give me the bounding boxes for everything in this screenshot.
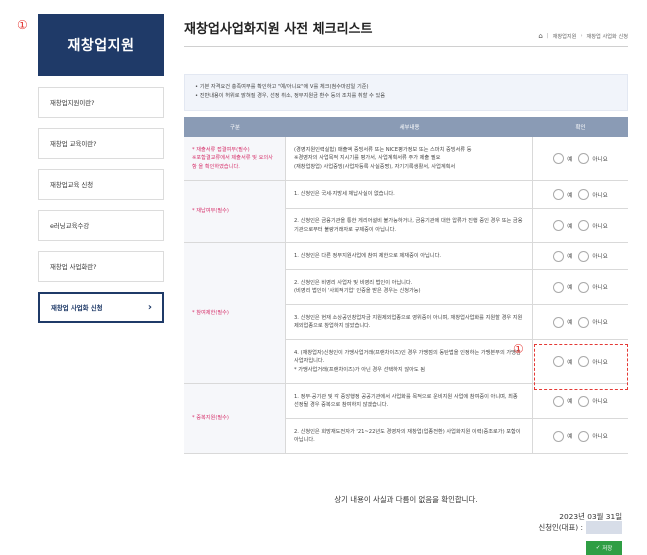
no-radio[interactable]: [578, 281, 590, 293]
row-content: 3. 신청인은 현재 소상공인창업자금 지원제외업종으로 영위중이 아니며, 재…: [286, 305, 533, 339]
yes-label: 예: [567, 192, 573, 199]
no-radio[interactable]: [578, 220, 590, 231]
no-radio[interactable]: [578, 430, 590, 442]
no-label: 아니요: [592, 399, 608, 405]
sidebar-title: 재창업지원: [38, 14, 164, 76]
table-row: 2. 신청인은 비영리 사업자 및 비영리 법인이 아닙니다. (비영리 법인이…: [286, 270, 628, 305]
yes-label: 예: [567, 223, 573, 230]
breadcrumb: ⌂ | 재창업지원 › 재창업 사업화 신청: [538, 32, 628, 40]
sidebar-item-education-apply[interactable]: 재창업교육 신청: [38, 169, 164, 200]
no-radio[interactable]: [578, 316, 590, 328]
breadcrumb-item-current: 재창업 사업화 신청: [586, 33, 628, 40]
applicant-label: 신청인(대표) :: [538, 523, 583, 532]
breadcrumb-separator: |: [546, 33, 549, 39]
yes-radio[interactable]: [553, 281, 565, 293]
row-content: 2. 신청인은 비영리 사업자 및 비영리 법인이 아닙니다. (비영리 법인이…: [286, 270, 533, 304]
column-header: 확인: [575, 125, 586, 131]
row-content: 4. (재창업자)신청인이 가맹사업거래(프랜차이즈)인 경우 가맹점의 동탄법…: [286, 340, 533, 383]
yes-label: 예: [567, 320, 573, 326]
table-row: 2. 신청인은 금융기관을 통한 게리어설비 불가능하거나, 금융기관에 대한 …: [286, 209, 628, 242]
title-divider: [184, 46, 628, 47]
row-content: (경영지원인력실험) 매출액 증빙서류 또는 NICE평가정보 또는 스마치 증…: [286, 137, 533, 180]
save-label: 저장: [602, 546, 613, 552]
sidebar-menu: 재창업지원이란? 재창업 교육이란? 재창업교육 신청 e러닝교육수강 재창업 …: [38, 87, 164, 323]
sidebar: 재창업지원 재창업지원이란? 재창업 교육이란? 재창업교육 신청 e러닝교육수…: [38, 14, 164, 333]
save-button[interactable]: ✓ 저장: [586, 541, 622, 555]
column-header: 세부내용: [399, 125, 420, 131]
no-label: 아니요: [592, 285, 608, 291]
yes-radio[interactable]: [553, 189, 565, 200]
yes-radio[interactable]: [553, 430, 565, 442]
no-label: 아니요: [592, 320, 608, 326]
no-radio[interactable]: [578, 189, 590, 200]
applicant-line: 신청인(대표) :: [538, 521, 622, 534]
sidebar-item-intro[interactable]: 재창업지원이란?: [38, 87, 164, 118]
notice-box: • 기본 자격요건 충족여부를 확인하고 "예/아니요"에 V를 체크(첨수마감…: [184, 74, 628, 111]
yes-label: 예: [567, 399, 573, 405]
yes-label: 예: [567, 254, 573, 260]
yes-radio[interactable]: [553, 316, 565, 328]
checklist-table: 구분 세부내용 확인 * 재출서류 접결여부(필수) ※포함결교류에서 제출서류…: [184, 117, 628, 454]
yes-no-options: 예 아니요: [533, 137, 628, 180]
yes-radio[interactable]: [553, 153, 565, 164]
redacted-name: [586, 521, 622, 534]
no-label: 아니요: [592, 223, 608, 230]
table-row: 1. 신청인은 국세·지방세 체납사실이 없습니다. 예 아니요: [286, 181, 628, 209]
yes-label: 예: [567, 434, 573, 440]
row-content: 2. 신청인은 금융기관을 통한 게리어설비 불가능하거나, 금융기관에 대한 …: [286, 209, 533, 242]
notice-line: • 기본 자격요건 충족여부를 확인하고 "예/아니요"에 V를 체크(첨수마감…: [195, 84, 369, 90]
table-row: 1. 신청인은 다른 정부지원사업에 참여 제한으로 제재중이 아닙니다. 예 …: [286, 243, 628, 270]
yes-label: 예: [567, 156, 573, 163]
highlight-box: [534, 344, 628, 390]
check-icon: ✓: [595, 545, 601, 551]
main-content: 재창업사업화지원 사전 체크리스트 ⌂ | 재창업지원 › 재창업 사업화 신청…: [184, 18, 628, 555]
table-row: (경영지원인력실험) 매출액 증빙서류 또는 NICE평가정보 또는 스마치 증…: [286, 137, 628, 180]
breadcrumb-item[interactable]: 재창업지원: [553, 33, 577, 40]
no-label: 아니요: [592, 254, 608, 260]
yes-radio[interactable]: [553, 395, 565, 407]
column-header: 구분: [230, 125, 240, 131]
table-row: 2. 신청인은 희망재도전자가 '21~22년도 경영자의 재창업(업종전환) …: [286, 419, 628, 453]
group-label: * 재납여부(필수): [184, 181, 286, 242]
chevron-right-icon: ›: [147, 302, 152, 313]
yes-radio[interactable]: [553, 220, 565, 231]
table-row: 3. 신청인은 현재 소상공인창업자금 지원제외업종으로 영위중이 아니며, 재…: [286, 305, 628, 340]
no-label: 아니요: [592, 156, 608, 163]
breadcrumb-separator: ›: [580, 33, 583, 39]
sidebar-item-business-intro[interactable]: 재창업 사업화란?: [38, 251, 164, 282]
sidebar-item-education-intro[interactable]: 재창업 교육이란?: [38, 128, 164, 159]
no-radio[interactable]: [578, 395, 590, 407]
yes-no-options: 예 아니요: [533, 181, 628, 208]
no-radio[interactable]: [578, 250, 590, 262]
yes-no-options: 예 아니요: [533, 305, 628, 339]
sidebar-item-label: 재창업 사업화 신청: [51, 304, 103, 312]
yes-no-options: 예 아니요: [533, 243, 628, 269]
group-label: * 재출서류 접결여부(필수) ※포함결교류에서 제출서류 및 요의사항 을 확…: [184, 137, 286, 180]
yes-radio[interactable]: [553, 250, 565, 262]
group-label: * 중복지원(필수): [184, 384, 286, 453]
home-icon[interactable]: ⌂: [538, 32, 542, 40]
row-content: 1. 신청인은 국세·지방세 체납사실이 없습니다.: [286, 181, 533, 208]
row-content: 1. 신청인은 다른 정부지원사업에 참여 제한으로 제재중이 아닙니다.: [286, 243, 533, 269]
sidebar-item-business-apply[interactable]: 재창업 사업화 신청 ›: [38, 292, 164, 323]
table-header: 구분 세부내용 확인: [184, 117, 628, 137]
row-content: 2. 신청인은 희망재도전자가 '21~22년도 경영자의 재창업(업종전환) …: [286, 419, 533, 453]
confirm-statement: 상기 내용이 사실과 다름이 없음을 확인합니다.: [334, 495, 478, 504]
annotation-marker: ①: [17, 18, 28, 32]
no-radio[interactable]: [578, 153, 590, 164]
annotation-marker: ①: [513, 342, 524, 356]
yes-no-options: 예 아니요: [533, 419, 628, 453]
row-content: 1. 정부·공기관 및 각 중앙행정 공공기관에서 사업화를 목적으로 운비지원…: [286, 384, 533, 418]
group-label: * 참여제한(필수): [184, 243, 286, 383]
sidebar-item-elearning[interactable]: e러닝교육수강: [38, 210, 164, 241]
yes-no-options: 예 아니요: [533, 270, 628, 304]
no-label: 아니요: [592, 434, 608, 440]
yes-no-options: 예 아니요: [533, 209, 628, 242]
no-label: 아니요: [592, 192, 608, 199]
yes-label: 예: [567, 285, 573, 291]
table-group: * 재납여부(필수) 1. 신청인은 국세·지방세 체납사실이 없습니다. 예 …: [184, 181, 628, 243]
table-group: * 중복지원(필수) 1. 정부·공기관 및 각 중앙행정 공공기관에서 사업화…: [184, 384, 628, 454]
notice-line: • 진반내용이 허위로 밝혀질 경우, 선정 취소, 정부지원금 환수 등의 조…: [195, 92, 386, 99]
table-group: * 재출서류 접결여부(필수) ※포함결교류에서 제출서류 및 요의사항 을 확…: [184, 137, 628, 181]
